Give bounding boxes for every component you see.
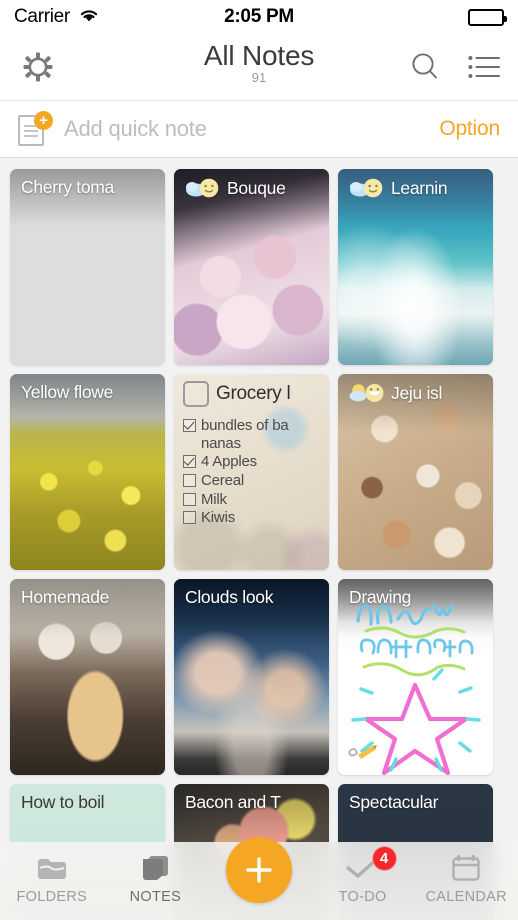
note-title: Drawing (349, 587, 412, 607)
note-title: Yellow flowe (21, 382, 114, 402)
sun-cloud-grin-icon (349, 382, 387, 404)
list-item-label: bundles of ba nanas (201, 417, 289, 452)
list-view-icon[interactable] (468, 54, 500, 80)
carrier-label: Carrier (14, 6, 70, 27)
pencil-icon (348, 745, 377, 759)
status-bar-right (468, 8, 507, 26)
note-title: Homemade (21, 587, 110, 607)
tab-calendar[interactable]: CALENDAR (416, 853, 516, 905)
tab-label: NOTES (129, 889, 182, 905)
note-title: Spectacular (349, 792, 439, 812)
list-item[interactable]: 4 Apples (183, 453, 322, 471)
list-item[interactable]: Cereal (183, 472, 322, 490)
note-title: Learnin (349, 177, 487, 199)
checkbox-icon[interactable] (183, 492, 196, 506)
checkbox-icon[interactable] (183, 455, 196, 469)
note-title: How to boil (21, 792, 105, 812)
tab-label: FOLDERS (16, 889, 88, 905)
checklist[interactable]: bundles of ba nanas 4 Apples Cereal Milk… (183, 417, 322, 528)
note-card[interactable]: Jeju isl (338, 374, 493, 570)
calendar-icon (451, 853, 481, 882)
doodle-art (348, 603, 481, 775)
checkmark-icon: 4 (345, 846, 397, 882)
list-item-label: Cereal (201, 472, 244, 490)
note-title-text: Jeju isl (391, 382, 443, 403)
cloud-sun-smile-icon (185, 177, 223, 199)
list-item[interactable]: Milk (183, 491, 322, 509)
checkbox-icon[interactable] (183, 511, 196, 525)
search-icon[interactable] (408, 50, 442, 84)
note-title-text: Learnin (391, 177, 448, 198)
add-note-button[interactable] (225, 837, 292, 903)
cloud-sun-smile-icon (349, 177, 387, 199)
note-title: Jeju isl (349, 382, 487, 404)
quick-note-input[interactable]: Add quick note (64, 116, 207, 142)
list-item-label: Kiwis (201, 509, 236, 527)
list-item[interactable]: bundles of ba nanas (183, 417, 322, 452)
note-title: Grocery l (216, 383, 291, 404)
navigation-actions (408, 50, 500, 84)
note-card[interactable]: Homemade (10, 579, 165, 775)
note-card[interactable]: Learnin (338, 169, 493, 365)
option-button[interactable]: Option (439, 117, 500, 141)
tab-label: TO-DO (338, 889, 387, 905)
note-card[interactable]: Clouds look (174, 579, 329, 775)
note-card[interactable]: Cherry toma (10, 169, 165, 365)
list-item-label: Milk (201, 490, 227, 508)
note-title: Clouds look (185, 587, 274, 607)
notes-grid[interactable]: Cherry toma Bouque Learnin Yellow flowe … (0, 159, 518, 920)
tab-folders[interactable]: FOLDERS (2, 853, 102, 905)
list-item[interactable]: Kiwis (183, 509, 322, 527)
tab-label: CALENDAR (425, 889, 507, 905)
plus-icon (246, 857, 272, 883)
grocery-header: Grocery l (183, 381, 323, 407)
tab-notes[interactable]: NOTES (105, 853, 205, 905)
folder-icon (36, 853, 68, 882)
quick-note-bar[interactable]: + Add quick note Option (0, 100, 518, 158)
note-card[interactable]: Grocery l bundles of ba nanas 4 Apples C… (174, 374, 329, 570)
quick-note-plus-badge: + (34, 111, 53, 130)
note-title-text: Bouque (227, 177, 286, 198)
note-title: Bacon and T (185, 792, 281, 812)
notes-stack-icon (139, 853, 171, 882)
status-bar-left: Carrier (14, 6, 100, 28)
note-title: Cherry toma (21, 177, 114, 197)
status-bar: Carrier 2:05 PM (0, 0, 518, 34)
battery-full-icon (468, 8, 507, 26)
note-title: Bouque (185, 177, 323, 199)
list-item-label: 4 Apples (201, 453, 257, 471)
note-card[interactable]: Drawing (338, 579, 493, 775)
note-card[interactable]: Bouque (174, 169, 329, 365)
tab-todo[interactable]: 4 TO-DO (313, 846, 413, 905)
gear-icon[interactable] (18, 47, 58, 87)
wifi-icon (78, 7, 100, 28)
navigation-bar: All Notes 91 (0, 34, 518, 100)
tab-bar[interactable]: FOLDERS NOTES 4 TO-DO CALENDAR (0, 837, 518, 920)
todo-badge: 4 (371, 846, 397, 871)
checkbox-icon[interactable] (183, 419, 196, 432)
note-add-icon[interactable]: + (18, 111, 53, 146)
checkbox-icon[interactable] (183, 381, 209, 407)
checkbox-icon[interactable] (183, 474, 196, 488)
note-card[interactable]: Yellow flowe (10, 374, 165, 570)
